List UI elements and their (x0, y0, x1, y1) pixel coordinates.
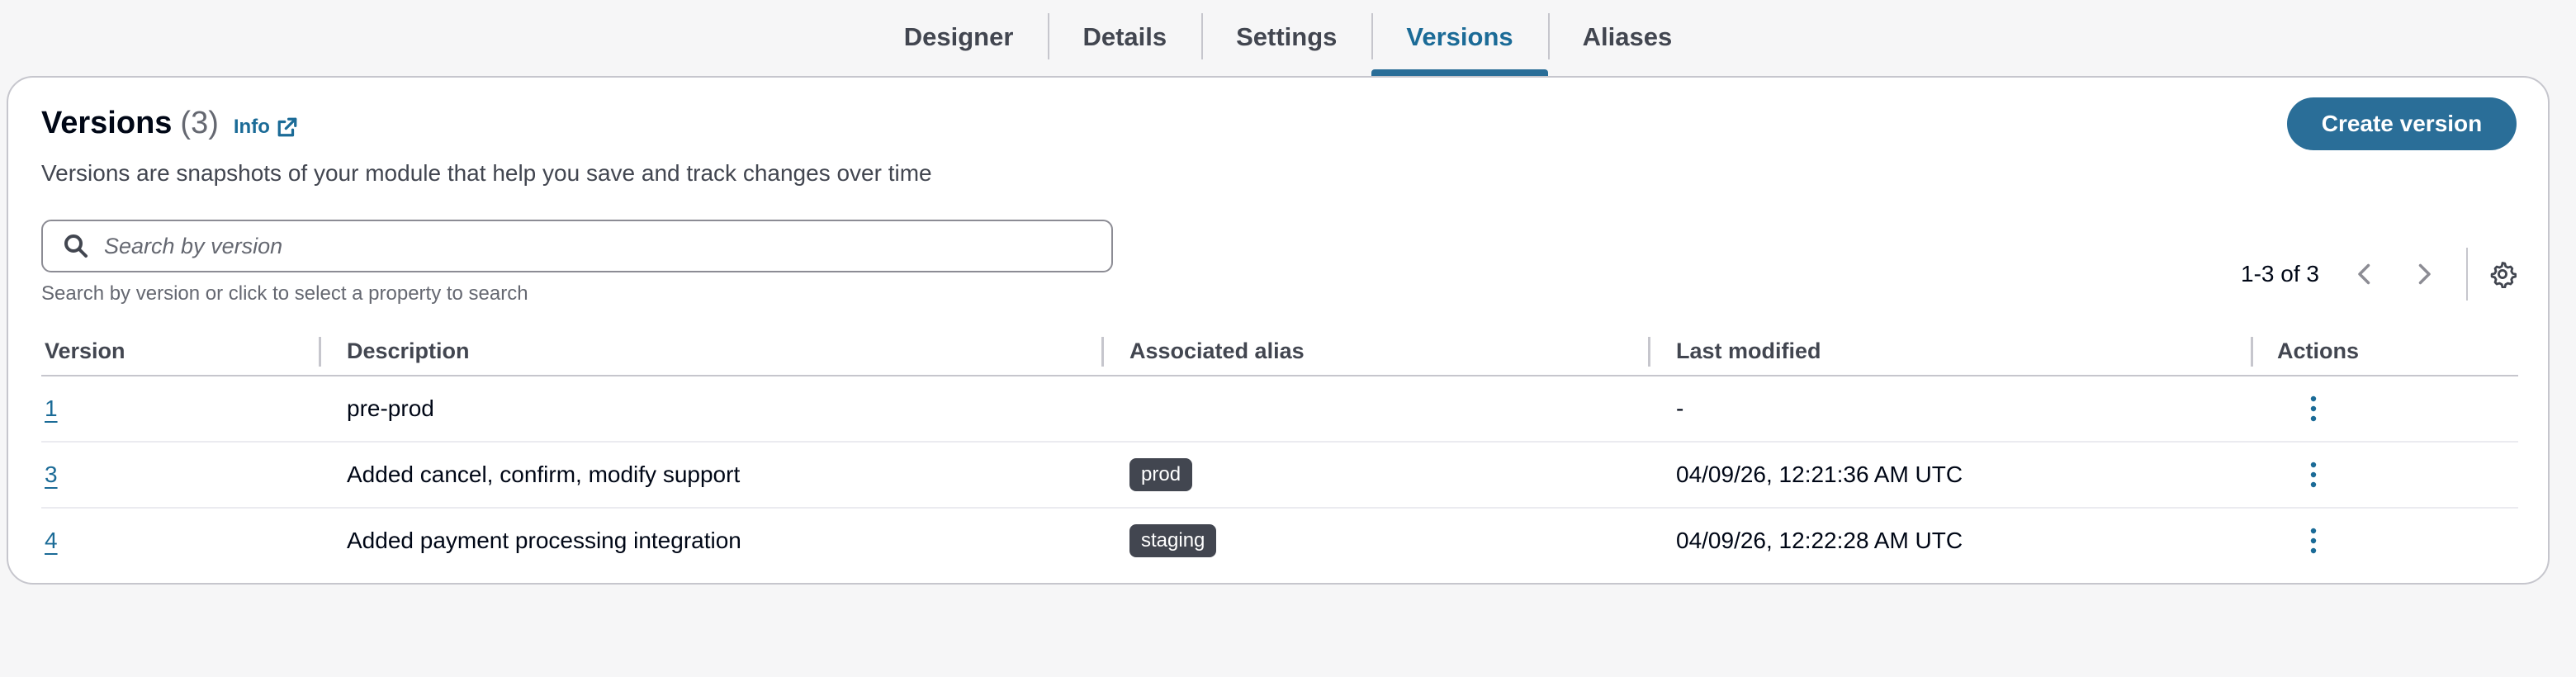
tab-aliases[interactable]: Aliases (1547, 0, 1707, 74)
version-link[interactable]: 1 (45, 395, 58, 422)
tab-versions[interactable]: Versions (1371, 0, 1548, 76)
column-resizer[interactable] (1648, 337, 1650, 367)
column-header-description[interactable]: Description (347, 325, 470, 376)
info-label: Info (233, 116, 270, 138)
chevron-right-icon (2418, 263, 2431, 285)
description-cell: pre-prod (347, 395, 434, 421)
create-version-button[interactable]: Create version (2287, 97, 2517, 150)
search-field[interactable] (41, 220, 1113, 272)
table-row: 3 Added cancel, confirm, modify support … (41, 443, 2518, 509)
column-resizer[interactable] (1101, 337, 1104, 367)
versions-table: Version Description Associated alias Las… (41, 325, 2518, 575)
row-actions-button[interactable] (2297, 524, 2330, 557)
row-actions-button[interactable] (2297, 458, 2330, 491)
version-count: (3) (180, 106, 219, 140)
pagination-divider (2465, 248, 2468, 301)
search-hint: Search by version or click to select a p… (41, 282, 528, 305)
chevron-left-icon (2358, 263, 2370, 285)
column-header-actions: Actions (2277, 338, 2360, 363)
last-modified-cell: - (1676, 395, 1684, 421)
gear-icon (2490, 262, 2517, 288)
column-resizer[interactable] (319, 337, 321, 367)
previous-page-button[interactable] (2342, 251, 2389, 297)
column-resizer[interactable] (2251, 337, 2253, 367)
vertical-dots-icon (2310, 395, 2317, 422)
table-row: 1 pre-prod - (41, 376, 2518, 443)
version-link[interactable]: 3 (45, 462, 58, 488)
last-modified-cell: 04/09/26, 12:21:36 AM UTC (1676, 462, 1963, 487)
description-cell: Added payment processing integration (347, 528, 741, 553)
description-cell: Added cancel, confirm, modify support (347, 462, 741, 487)
page-description: Versions are snapshots of your module th… (41, 160, 932, 186)
version-link[interactable]: 4 (45, 528, 58, 554)
column-header-associated-alias[interactable]: Associated alias (1129, 325, 1305, 376)
tab-designer[interactable]: Designer (869, 0, 1049, 74)
versions-container: Versions (3) Info Versions are snapshots… (7, 76, 2550, 585)
page-summary: 1-3 of 3 (2241, 261, 2319, 286)
table-header: Version Description Associated alias Las… (41, 325, 2518, 376)
info-link[interactable]: Info (234, 116, 298, 139)
table-row: 4 Added payment processing integration s… (41, 509, 2518, 575)
tab-bar: Designer Details Settings Versions Alias… (0, 0, 2576, 76)
tab-details[interactable]: Details (1048, 0, 1201, 74)
column-header-version[interactable]: Version (45, 325, 125, 376)
column-header-last-modified[interactable]: Last modified (1676, 325, 1821, 376)
page-title: Versions (3) Info (41, 106, 298, 141)
search-input[interactable] (104, 233, 1078, 259)
search-icon (64, 234, 88, 258)
external-link-icon (277, 117, 297, 137)
vertical-dots-icon (2310, 528, 2317, 554)
table-preferences-button[interactable] (2479, 251, 2526, 297)
row-actions-button[interactable] (2297, 392, 2330, 425)
alias-badge: prod (1129, 458, 1193, 491)
tab-settings[interactable]: Settings (1201, 0, 1371, 74)
title-text: Versions (41, 106, 173, 140)
pagination: 1-3 of 3 (2241, 248, 2526, 301)
vertical-dots-icon (2310, 462, 2317, 488)
next-page-button[interactable] (2400, 251, 2446, 297)
last-modified-cell: 04/09/26, 12:22:28 AM UTC (1676, 528, 1963, 553)
alias-badge: staging (1129, 524, 1217, 557)
